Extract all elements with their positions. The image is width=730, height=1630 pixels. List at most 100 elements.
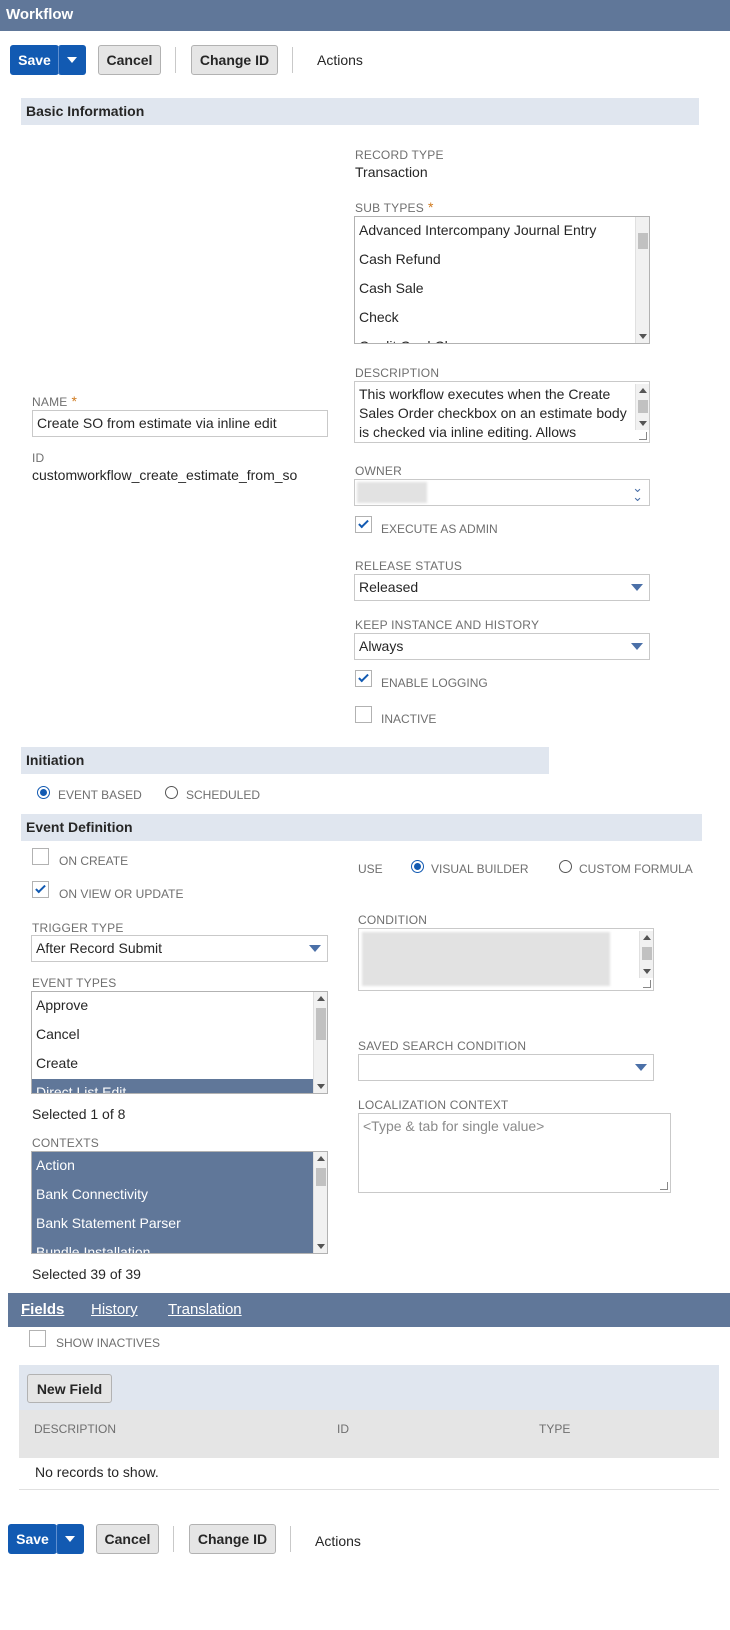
- event-types-selected-count: Selected 1 of 8: [32, 1106, 126, 1122]
- scrollbar[interactable]: [313, 1152, 327, 1253]
- enable-logging-label: ENABLE LOGGING: [381, 676, 488, 690]
- scroll-down-icon[interactable]: [317, 1084, 325, 1089]
- resize-handle-icon[interactable]: [660, 1182, 668, 1190]
- release-status-select[interactable]: Released: [354, 574, 650, 601]
- description-text: This workflow executes when the Create S…: [359, 386, 627, 440]
- section-basic-information: Basic Information: [21, 98, 699, 125]
- scroll-up-icon[interactable]: [317, 996, 325, 1001]
- column-header-description[interactable]: DESCRIPTION: [34, 1422, 116, 1436]
- save-menu-button[interactable]: [58, 45, 86, 75]
- scrollbar[interactable]: [635, 384, 649, 430]
- description-textarea[interactable]: This workflow executes when the Create S…: [354, 381, 650, 443]
- save-menu-button[interactable]: [56, 1524, 84, 1554]
- actions-menu[interactable]: Actions: [317, 52, 363, 68]
- list-item[interactable]: Credit Card Charge: [355, 333, 649, 343]
- column-header-type[interactable]: TYPE: [539, 1422, 570, 1436]
- on-create-checkbox[interactable]: [32, 848, 49, 865]
- scroll-down-icon[interactable]: [639, 334, 647, 339]
- scroll-down-icon[interactable]: [317, 1244, 325, 1249]
- name-input[interactable]: Create SO from estimate via inline edit: [32, 410, 328, 437]
- list-item[interactable]: Approve: [32, 992, 327, 1021]
- custom-formula-radio[interactable]: [559, 860, 572, 873]
- trigger-type-value: After Record Submit: [36, 940, 163, 956]
- scheduled-radio[interactable]: [165, 786, 178, 799]
- fields-toolbar: [19, 1365, 719, 1410]
- tab-history[interactable]: History: [91, 1301, 138, 1318]
- resize-handle-icon[interactable]: [639, 432, 647, 440]
- scrollbar[interactable]: [639, 931, 653, 978]
- sub-types-list[interactable]: Advanced Intercompany Journal Entry Cash…: [354, 216, 650, 344]
- list-item[interactable]: Bank Connectivity: [32, 1181, 327, 1210]
- new-field-button[interactable]: New Field: [27, 1374, 112, 1403]
- scrollbar-thumb[interactable]: [642, 947, 652, 960]
- double-chevron-down-icon: ⌄ ⌄: [632, 480, 643, 504]
- scrollbar[interactable]: [313, 992, 327, 1093]
- list-item[interactable]: Bundle Installation: [32, 1239, 327, 1253]
- list-item[interactable]: Advanced Intercompany Journal Entry: [355, 217, 649, 246]
- change-id-button[interactable]: Change ID: [189, 1524, 276, 1554]
- list-item[interactable]: Cash Refund: [355, 246, 649, 275]
- scroll-down-icon[interactable]: [639, 421, 647, 426]
- toolbar-divider: [292, 47, 293, 73]
- save-button[interactable]: Save: [10, 45, 59, 75]
- list-item[interactable]: Check: [355, 304, 649, 333]
- localization-input[interactable]: <Type & tab for single value>: [358, 1113, 671, 1193]
- release-status-value: Released: [359, 579, 419, 595]
- show-inactives-checkbox[interactable]: [29, 1330, 46, 1347]
- table-divider: [19, 1489, 719, 1490]
- scroll-up-icon[interactable]: [643, 935, 651, 940]
- scrollbar[interactable]: [635, 217, 649, 343]
- scrollbar-thumb[interactable]: [638, 400, 648, 413]
- event-based-radio[interactable]: [37, 786, 50, 799]
- tab-fields[interactable]: Fields: [21, 1301, 64, 1318]
- tab-translation[interactable]: Translation: [168, 1301, 242, 1318]
- enable-logging-checkbox[interactable]: [355, 670, 372, 687]
- actions-menu[interactable]: Actions: [315, 1533, 361, 1549]
- change-id-button[interactable]: Change ID: [191, 45, 278, 75]
- list-item[interactable]: Create: [32, 1050, 327, 1079]
- cancel-button[interactable]: Cancel: [98, 45, 161, 75]
- section-initiation: Initiation: [21, 747, 549, 774]
- scroll-up-icon[interactable]: [639, 388, 647, 393]
- inactive-checkbox[interactable]: [355, 706, 372, 723]
- scrollbar-thumb[interactable]: [316, 1008, 326, 1040]
- trigger-type-select[interactable]: After Record Submit: [31, 935, 328, 962]
- on-create-label: ON CREATE: [59, 854, 129, 868]
- name-label: NAME *: [32, 393, 78, 409]
- execute-as-admin-checkbox[interactable]: [355, 516, 372, 533]
- list-item[interactable]: Direct List Edit: [32, 1079, 327, 1093]
- list-item[interactable]: Bank Statement Parser: [32, 1210, 327, 1239]
- keep-instance-value: Always: [359, 638, 404, 654]
- list-item[interactable]: Action: [32, 1152, 327, 1181]
- save-button[interactable]: Save: [8, 1524, 57, 1554]
- list-item[interactable]: Cash Sale: [355, 275, 649, 304]
- visual-builder-radio[interactable]: [411, 860, 424, 873]
- contexts-list[interactable]: Action Bank Connectivity Bank Statement …: [31, 1151, 328, 1254]
- scroll-up-icon[interactable]: [317, 1156, 325, 1161]
- on-view-update-checkbox[interactable]: [32, 881, 49, 898]
- section-event-definition: Event Definition: [21, 814, 702, 841]
- cancel-button[interactable]: Cancel: [96, 1524, 159, 1554]
- toolbar-divider: [173, 1526, 174, 1552]
- record-type-label: RECORD TYPE: [355, 148, 444, 162]
- resize-handle-icon[interactable]: [643, 980, 651, 988]
- chevron-down-icon: [631, 643, 643, 650]
- owner-select[interactable]: ⌄ ⌄: [354, 479, 650, 506]
- keep-instance-select[interactable]: Always: [354, 633, 650, 660]
- column-header-id[interactable]: ID: [337, 1422, 349, 1436]
- scrollbar-thumb[interactable]: [638, 233, 648, 249]
- contexts-label: CONTEXTS: [32, 1136, 99, 1150]
- saved-search-select[interactable]: [358, 1054, 654, 1081]
- execute-as-admin-label: EXECUTE AS ADMIN: [381, 522, 498, 536]
- condition-textarea[interactable]: [358, 928, 654, 991]
- window-title: Workflow: [0, 0, 730, 31]
- description-label: DESCRIPTION: [355, 366, 440, 380]
- id-value: customworkflow_create_estimate_from_so: [32, 467, 298, 483]
- contexts-selected-count: Selected 39 of 39: [32, 1266, 141, 1282]
- list-item[interactable]: Cancel: [32, 1021, 327, 1050]
- saved-search-label: SAVED SEARCH CONDITION: [358, 1039, 527, 1053]
- scrollbar-thumb[interactable]: [316, 1168, 326, 1186]
- scroll-down-icon[interactable]: [643, 969, 651, 974]
- event-types-list[interactable]: Approve Cancel Create Direct List Edit: [31, 991, 328, 1094]
- keep-instance-label: KEEP INSTANCE AND HISTORY: [355, 618, 540, 632]
